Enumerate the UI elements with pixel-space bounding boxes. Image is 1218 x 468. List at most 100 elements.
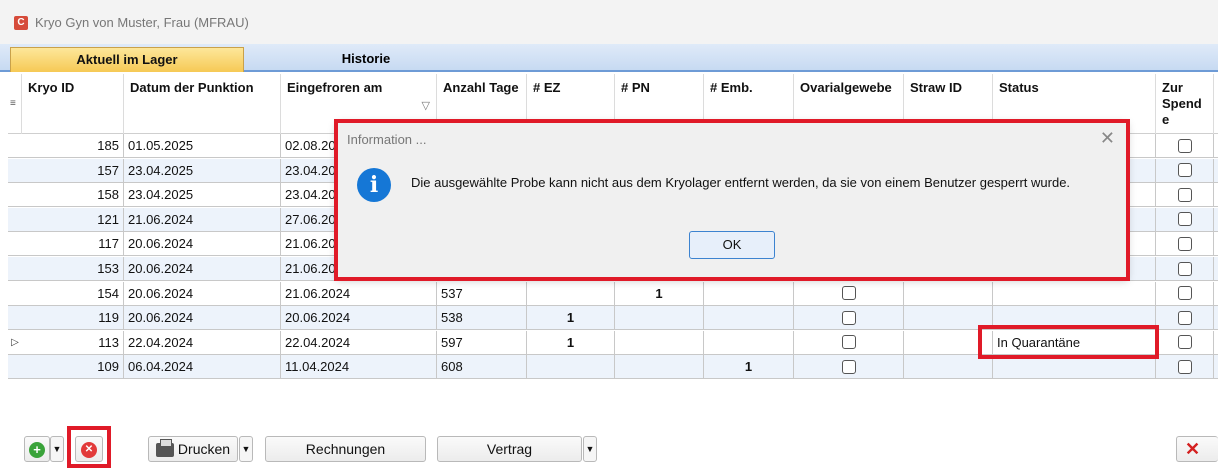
zur-spende-checkbox[interactable]	[1177, 187, 1192, 202]
row-indicator[interactable]	[8, 355, 22, 379]
cell-id: 121	[22, 207, 124, 232]
cell-ovarialgewebe	[794, 281, 904, 306]
delete-button[interactable]: ✕	[75, 436, 103, 462]
col-kryo-id[interactable]: Kryo ID	[22, 74, 124, 134]
add-button[interactable]: +	[24, 436, 50, 462]
ok-button[interactable]: OK	[689, 231, 775, 259]
zur-spende-checkbox[interactable]	[1177, 261, 1192, 276]
rechnungen-button[interactable]: Rechnungen	[265, 436, 426, 462]
cell-zur-spende	[1156, 207, 1214, 232]
zur-spende-checkbox[interactable]	[1177, 163, 1192, 178]
cell-tage: 538	[437, 306, 527, 331]
row-indicator[interactable]	[8, 208, 22, 232]
cell-id: 119	[22, 306, 124, 331]
cell-status	[993, 306, 1156, 331]
cell-ez	[527, 355, 615, 380]
cell-tage: 597	[437, 330, 527, 355]
tab-historie[interactable]: Historie	[250, 47, 482, 72]
ovarialgewebe-checkbox[interactable]	[841, 335, 856, 350]
cell-id: 185	[22, 134, 124, 158]
cell-zur-spende	[1156, 232, 1214, 257]
cell-id: 157	[22, 158, 124, 183]
ovarialgewebe-checkbox[interactable]	[841, 310, 856, 325]
delete-icon: ✕	[81, 442, 97, 459]
cell-emb	[704, 281, 794, 306]
col-zur-spende-line3: e	[1162, 112, 1170, 127]
row-indicator[interactable]	[8, 306, 22, 330]
information-dialog: Information ... ✕ i Die ausgewählte Prob…	[336, 121, 1128, 279]
cell-datum: 22.04.2024	[124, 330, 281, 355]
cell-straw-id	[904, 306, 993, 331]
close-window-button[interactable]: ✕	[1176, 436, 1218, 462]
row-indicator[interactable]	[8, 232, 22, 256]
table-row[interactable]: ▷ 113 22.04.2024 22.04.2024 597 1 In Quarantän…	[8, 330, 1218, 355]
col-datum-punktion[interactable]: Datum der Punktion	[124, 74, 281, 134]
cell-datum: 20.06.2024	[124, 306, 281, 331]
cell-zur-spende	[1156, 306, 1214, 331]
row-selector-header: ≡	[8, 74, 22, 134]
cell-straw-id	[904, 281, 993, 306]
ovarialgewebe-checkbox[interactable]	[841, 359, 856, 374]
app-icon: C	[14, 16, 28, 30]
cell-zur-spende	[1156, 183, 1214, 208]
cell-status: In Quarantäne	[993, 330, 1156, 355]
zur-spende-checkbox[interactable]	[1177, 359, 1192, 374]
cell-straw-id	[904, 330, 993, 355]
row-indicator[interactable]: ▷	[8, 331, 22, 355]
cell-zur-spende	[1156, 281, 1214, 306]
zur-spende-checkbox[interactable]	[1177, 212, 1192, 227]
cell-zur-spende	[1156, 257, 1214, 281]
row-indicator[interactable]	[8, 159, 22, 183]
printer-icon	[155, 439, 174, 458]
vertrag-button[interactable]: Vertrag	[437, 436, 582, 462]
cell-eingefroren: 21.06.2024	[281, 281, 437, 306]
print-dropdown[interactable]: ▼	[239, 436, 253, 462]
close-icon[interactable]: ✕	[1100, 128, 1115, 149]
cell-ez	[527, 281, 615, 306]
cell-id: 117	[22, 232, 124, 257]
tab-aktuell-im-lager[interactable]: Aktuell im Lager	[10, 47, 244, 72]
cell-datum: 23.04.2025	[124, 183, 281, 208]
column-chooser-icon[interactable]: ≡	[10, 96, 16, 112]
zur-spende-checkbox[interactable]	[1177, 286, 1192, 301]
zur-spende-checkbox[interactable]	[1177, 236, 1192, 251]
cell-pn	[615, 330, 704, 355]
vertrag-dropdown[interactable]: ▼	[583, 436, 597, 462]
zur-spende-checkbox[interactable]	[1177, 138, 1192, 153]
cell-pn	[615, 306, 704, 331]
bottom-toolbar: + ▼ ✕ Drucken ▼ Rechnungen Vertrag ▼ ✕	[0, 380, 1218, 468]
window-title: Kryo Gyn von Muster, Frau (MFRAU)	[35, 15, 249, 30]
cell-pn: 1	[615, 281, 704, 306]
row-indicator[interactable]	[8, 257, 22, 281]
cell-emb	[704, 330, 794, 355]
table-row[interactable]: 109 06.04.2024 11.04.2024 608 1	[8, 355, 1218, 380]
zur-spende-checkbox[interactable]	[1177, 335, 1192, 350]
cell-emb: 1	[704, 355, 794, 380]
cell-id: 109	[22, 355, 124, 380]
zur-spende-checkbox[interactable]	[1177, 310, 1192, 325]
close-x-icon: ✕	[1185, 439, 1201, 459]
cell-id: 113	[22, 330, 124, 355]
row-indicator[interactable]	[8, 134, 22, 158]
print-button[interactable]: Drucken	[148, 436, 238, 462]
table-row[interactable]: 154 20.06.2024 21.06.2024 537 1	[8, 281, 1218, 306]
sort-icon[interactable]: ▽	[422, 98, 430, 114]
col-zur-spende-line1: Zur	[1162, 80, 1183, 95]
cell-zur-spende	[1156, 158, 1214, 183]
table-row[interactable]: 119 20.06.2024 20.06.2024 538 1	[8, 306, 1218, 331]
cell-ez: 1	[527, 330, 615, 355]
col-zur-spende[interactable]: Zur Spend e	[1156, 74, 1214, 134]
cell-eingefroren: 11.04.2024	[281, 355, 437, 380]
dialog-title: Information ...	[347, 132, 427, 147]
cell-datum: 20.06.2024	[124, 281, 281, 306]
add-dropdown[interactable]: ▼	[50, 436, 64, 462]
plus-icon: +	[29, 442, 45, 459]
ovarialgewebe-checkbox[interactable]	[841, 286, 856, 301]
row-indicator[interactable]	[8, 282, 22, 306]
cell-datum: 01.05.2025	[124, 134, 281, 158]
row-indicator[interactable]	[8, 183, 22, 207]
dialog-message: Die ausgewählte Probe kann nicht aus dem…	[411, 175, 1071, 190]
cell-zur-spende	[1156, 134, 1214, 158]
info-icon: i	[357, 168, 391, 202]
cell-straw-id	[904, 355, 993, 380]
